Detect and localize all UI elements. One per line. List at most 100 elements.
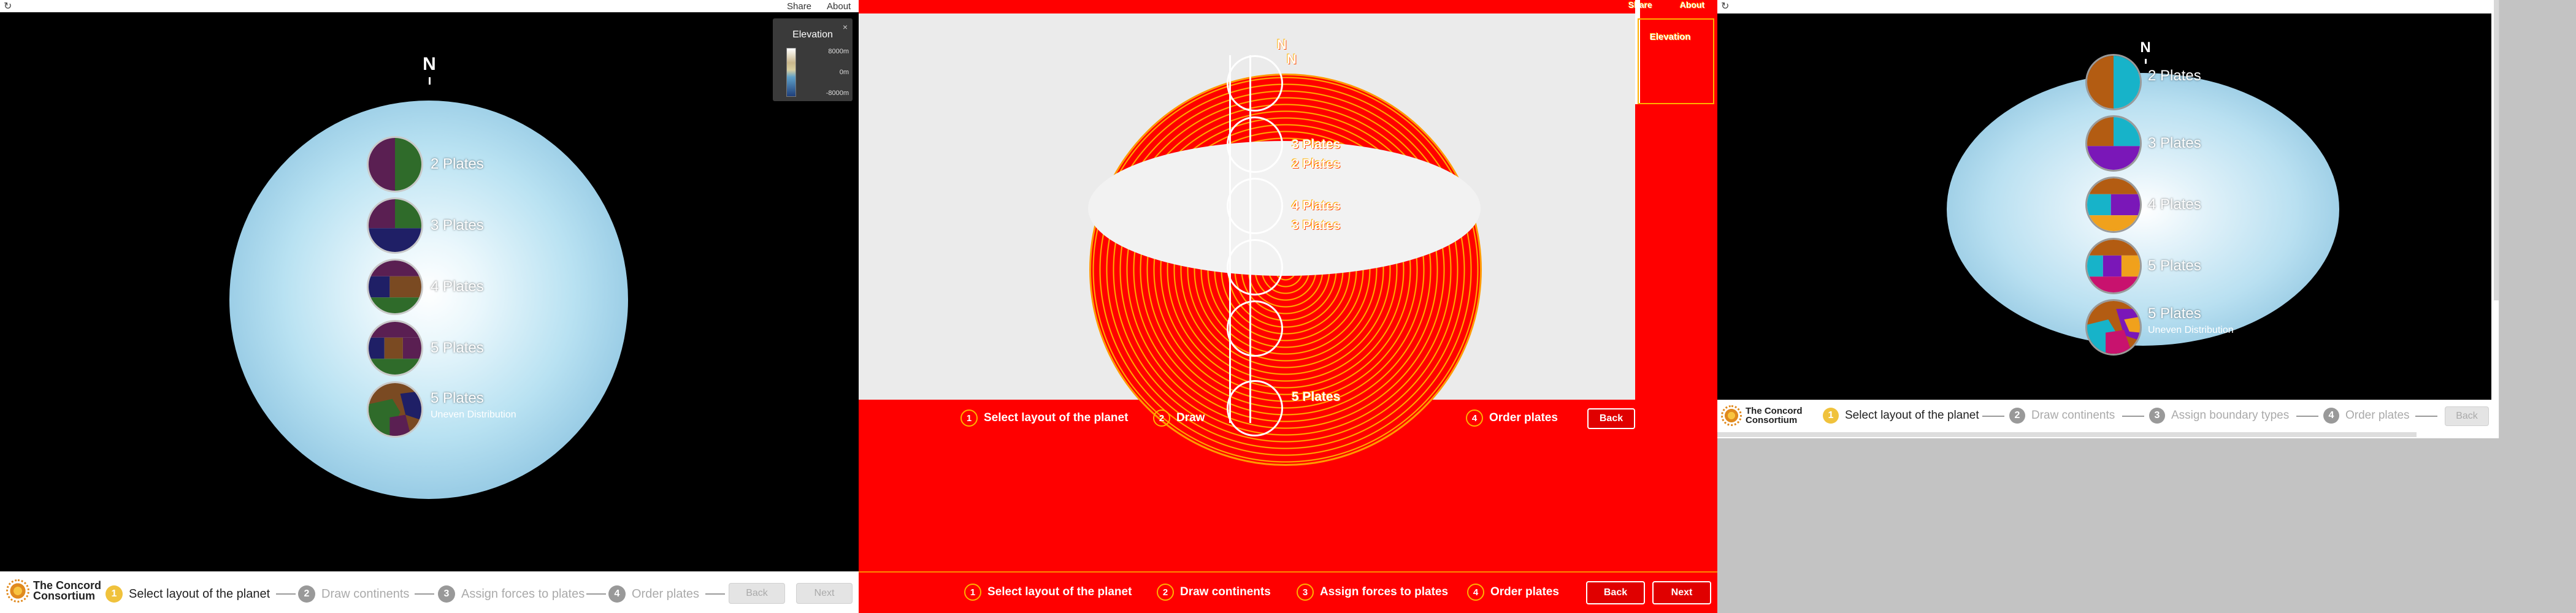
ghost-step-4[interactable]: 4 Order plates [1466,409,1558,427]
top-bar: ↻ Share About [0,0,859,12]
plate-map-icon [369,383,421,436]
north-label: N [423,54,436,74]
legend-title: Elevation [792,29,833,40]
concord-logo[interactable]: The Concord Consortium [1721,405,1803,426]
step-3[interactable]: 3 Assign forces to plates [1297,584,1448,601]
step-label: Assign forces to plates [461,587,585,601]
option-text-group: 5 Plates Uneven Distribution [431,390,516,421]
next-button[interactable]: Next [796,583,853,604]
step-2[interactable]: 2 Draw continents [298,585,409,603]
plate-thumbnail [2085,238,2142,294]
step-number: 4 [2323,408,2339,424]
step-4[interactable]: 4 Order plates [1467,584,1559,601]
overlay-footer: 1 Select layout of the planet 2 Draw con… [859,571,1717,613]
step-connector [415,593,434,595]
overlay-label: 3 Plates [1292,218,1341,232]
elevation-color-bar [786,48,796,97]
layout-option-5-plates-uneven[interactable]: 5 Plates Uneven Distribution [367,381,516,438]
north-compass: N [421,54,438,85]
refresh-icon[interactable]: ↻ [1721,0,1729,12]
step-label: Order plates [1489,411,1558,424]
plate-map-icon [369,261,421,313]
overlay-thumb-ring [1227,300,1283,357]
layout-option-4-plates[interactable]: 4 Plates [2085,177,2201,233]
share-link[interactable]: Share [787,1,811,12]
step-connector [586,593,606,595]
overlay-thumb-ring [1227,178,1283,234]
layout-option-4-plates[interactable]: 4 Plates [367,259,484,315]
plate-thumbnail [367,381,423,438]
concord-logo[interactable]: The Concord Consortium [6,579,101,603]
step-label: Select layout of the planet [987,585,1132,598]
step-label: Draw continents [321,587,410,601]
app-window-dark: ↻ Share About N 2 Plates 3 Plates 4 Plat… [0,0,859,613]
option-label: 5 Plates [431,390,484,406]
logo-text: The Concord Consortium [1746,406,1803,425]
ghost-step-1[interactable]: 1 Select layout of the planet [960,409,1128,427]
step-2[interactable]: 2 Draw continents [1157,584,1271,601]
back-button[interactable]: Back [1586,581,1645,604]
diff-overlay-panel: Share About Elevation N N 3 Plates 2 Pla… [859,0,1717,613]
step-3[interactable]: 3 Assign forces to plates [438,585,585,603]
horizontal-scrollbar[interactable] [1717,432,2417,437]
overlay-top-bar: Share About [1628,0,1717,12]
north-label: N [1277,37,1287,52]
plate-map-icon [2087,178,2140,231]
layout-option-5-plates[interactable]: 5 Plates [367,320,484,376]
step-label: Draw continents [1180,585,1271,598]
plate-thumbnail [367,320,423,376]
planet-stage: N 2 Plates 3 Plates 4 Plates 5 Plates 5 … [1717,13,2491,400]
overlay-label: 3 Plates [1292,137,1341,151]
about-link[interactable]: About [827,1,851,12]
legend-value-low: -8000m [826,89,849,97]
share-link[interactable]: Share [1628,0,1652,10]
overlay-thumb-ring [1227,116,1283,173]
option-label: 3 Plates [431,217,484,234]
back-button[interactable]: Back [729,583,785,604]
overlay-thumb-ring [1227,239,1283,295]
vertical-scrollbar[interactable] [2494,0,2499,300]
step-number: 3 [1297,584,1314,601]
next-button[interactable]: Next [1652,581,1711,604]
layout-option-3-plates[interactable]: 3 Plates [367,197,484,254]
legend-value-zero: 0m [839,69,849,76]
step-connector [2296,416,2318,417]
plate-thumbnail [367,197,423,254]
ghost-step-2[interactable]: 2 Draw [1153,409,1205,427]
overlay-lens [1088,141,1481,276]
step-label: Select layout of the planet [1845,409,1979,422]
logo-line2: Consortium [1746,415,1798,425]
layout-option-3-plates[interactable]: 3 Plates [2085,115,2201,172]
step-number: 2 [1153,409,1170,427]
layout-option-2-plates[interactable]: 2 Plates [367,136,484,192]
step-label: Assign boundary types [2171,409,2290,422]
step-1[interactable]: 1 Select layout of the planet [105,585,270,603]
overlay-label: 2 Plates [1292,157,1341,171]
layout-option-5-plates-uneven[interactable]: 5 Plates Uneven Distribution [2085,299,2234,356]
elevation-legend: × Elevation 8000m 0m -8000m [773,18,853,101]
ghost-back-button[interactable]: Back [1587,408,1635,429]
about-link[interactable]: About [1680,0,1704,10]
step-connector [1982,416,2004,417]
back-button[interactable]: Back [2445,406,2489,426]
step-number: 1 [105,585,123,603]
step-4[interactable]: 4 Order plates [608,585,699,603]
plate-thumbnail [2085,54,2142,110]
step-1[interactable]: 1 Select layout of the planet [1823,408,1979,424]
step-3[interactable]: 3 Assign boundary types [2149,408,2289,424]
step-1[interactable]: 1 Select layout of the planet [964,584,1132,601]
legend-value-high: 8000m [828,48,849,55]
step-connector [276,593,296,595]
refresh-icon[interactable]: ↻ [4,0,12,12]
step-4[interactable]: 4 Order plates [2323,408,2410,424]
layout-option-2-plates[interactable]: 2 Plates [2085,54,2201,110]
layout-option-5-plates[interactable]: 5 Plates [2085,238,2201,294]
plate-thumbnail [367,136,423,192]
step-number: 1 [964,584,981,601]
step-connector [705,593,725,595]
step-2[interactable]: 2 Draw continents [2009,408,2115,424]
option-text-group: 5 Plates Uneven Distribution [2148,305,2234,336]
option-label: 5 Plates [431,340,484,356]
option-label: 4 Plates [431,278,484,295]
north-label: N [2140,39,2151,56]
